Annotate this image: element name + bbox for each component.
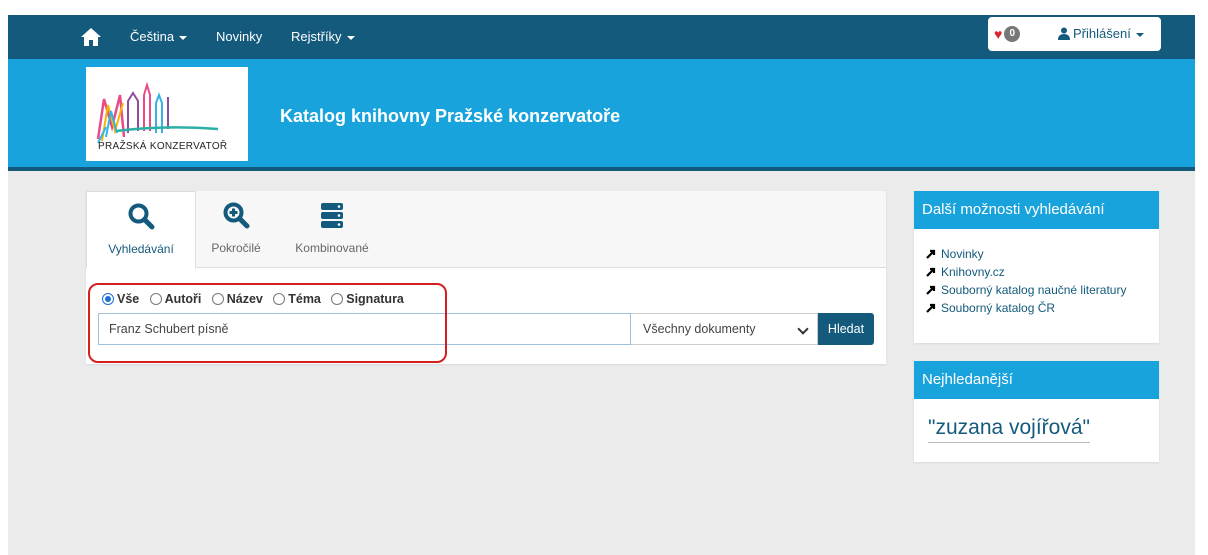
radio-all-label: Vše (117, 292, 140, 306)
logo[interactable]: PRAŽSKÁ KONZERVATOŘ (86, 67, 248, 161)
radio-authors[interactable]: Autoři (149, 292, 202, 306)
radio-unchecked-icon (149, 293, 162, 305)
most-searched-box: Nejhledanější "zuzana vojířová" (914, 361, 1159, 462)
banner-divider (8, 167, 1195, 171)
arrow-right-icon (926, 267, 936, 277)
arrow-right-icon (926, 303, 936, 313)
nav-link-news[interactable]: Novinky (216, 15, 262, 59)
tab-search-label: Vyhledávání (108, 242, 174, 256)
tab-search[interactable]: Vyhledávání (86, 191, 196, 269)
user-icon (1058, 27, 1070, 40)
login-label: Přihlášení (1073, 26, 1131, 41)
news-label: Novinky (216, 29, 263, 44)
zoom-in-icon (223, 202, 250, 229)
registers-menu[interactable]: Rejstříky (291, 15, 355, 59)
more-search-options-title: Další možnosti vyhledávání (914, 191, 1159, 229)
top-navbar: Čeština Novinky Rejstříky ♥ 0 Přihlášení (8, 15, 1195, 59)
radio-all[interactable]: Vše (102, 292, 139, 306)
search-tabs: Vyhledávání Pokročilé Kombinované (86, 191, 886, 269)
search-button[interactable]: Hledat (818, 313, 874, 345)
arrow-right-icon (926, 285, 936, 295)
radio-signature[interactable]: Signatura (331, 292, 404, 306)
link-news[interactable]: Novinky (926, 245, 1159, 263)
language-menu[interactable]: Čeština (130, 15, 188, 59)
page: Čeština Novinky Rejstříky ♥0 Přihlášení (8, 15, 1195, 555)
radio-signature-label: Signatura (346, 292, 404, 306)
heart-icon: ♥ (994, 26, 1003, 42)
arrow-right-icon (926, 249, 936, 259)
search-panel: Vyhledávání Pokročilé Kombinované Vše Au… (86, 191, 886, 364)
radio-unchecked-icon (211, 293, 224, 305)
link-knihovny[interactable]: Knihovny.cz (926, 263, 1159, 281)
tab-combined-label: Kombinované (295, 241, 369, 255)
login-menu[interactable]: Přihlášení (1058, 17, 1144, 51)
document-type-value: Všechny dokumenty (643, 322, 756, 336)
site-title: Katalog knihovny Pražské konzervatoře (280, 106, 621, 126)
radio-authors-label: Autoři (164, 292, 202, 306)
link-knihovny-label: Knihovny.cz (941, 265, 1005, 279)
language-label: Čeština (130, 29, 175, 44)
link-union-catalog-scientific-label: Souborný katalog naučné literatury (941, 283, 1127, 297)
caret-down-icon (346, 35, 355, 40)
radio-topic-label: Téma (288, 292, 321, 306)
search-input[interactable] (98, 313, 631, 345)
tab-advanced[interactable]: Pokročilé (196, 191, 276, 269)
radio-unchecked-icon (273, 293, 286, 305)
more-search-options-links: Novinky Knihovny.cz Souborný katalog nau… (914, 229, 1159, 317)
link-union-catalog-cr-label: Souborný katalog ČR (941, 301, 1056, 315)
tab-advanced-label: Pokročilé (211, 241, 261, 255)
search-icon (128, 203, 155, 230)
radio-title[interactable]: Název (211, 292, 263, 306)
link-union-catalog-scientific[interactable]: Souborný katalog naučné literatury (926, 281, 1159, 299)
chevron-down-icon (797, 323, 809, 335)
user-controls: ♥ 0 Přihlášení (988, 17, 1161, 51)
more-search-options-box: Další možnosti vyhledávání Novinky Kniho… (914, 191, 1159, 343)
header-banner: PRAŽSKÁ KONZERVATOŘ Katalog knihovny Pra… (8, 59, 1195, 171)
search-field-radios: Vše Autoři Název Téma Signatura (102, 292, 411, 308)
caret-down-icon (179, 35, 188, 40)
favorites-button[interactable]: ♥ 0 (994, 26, 1021, 42)
logo-text: PRAŽSKÁ KONZERVATOŘ (98, 141, 228, 152)
tab-combined[interactable]: Kombinované (282, 191, 382, 269)
link-news-label: Novinky (941, 247, 984, 261)
most-searched-title: Nejhledanější (914, 361, 1159, 399)
home-icon[interactable] (80, 27, 102, 47)
radio-unchecked-icon (331, 293, 344, 305)
favorites-count-badge: 0 (1004, 26, 1021, 42)
link-union-catalog-cr[interactable]: Souborný katalog ČR (926, 299, 1159, 317)
caret-down-icon (1135, 32, 1144, 37)
radio-title-label: Název (226, 292, 263, 306)
registers-label: Rejstříky (291, 29, 342, 44)
server-icon (321, 203, 343, 228)
document-type-select[interactable]: Všechny dokumenty (631, 313, 818, 345)
radio-topic[interactable]: Téma (273, 292, 321, 306)
radio-checked-icon (102, 293, 114, 305)
popular-query-link[interactable]: "zuzana vojířová" (928, 416, 1090, 443)
